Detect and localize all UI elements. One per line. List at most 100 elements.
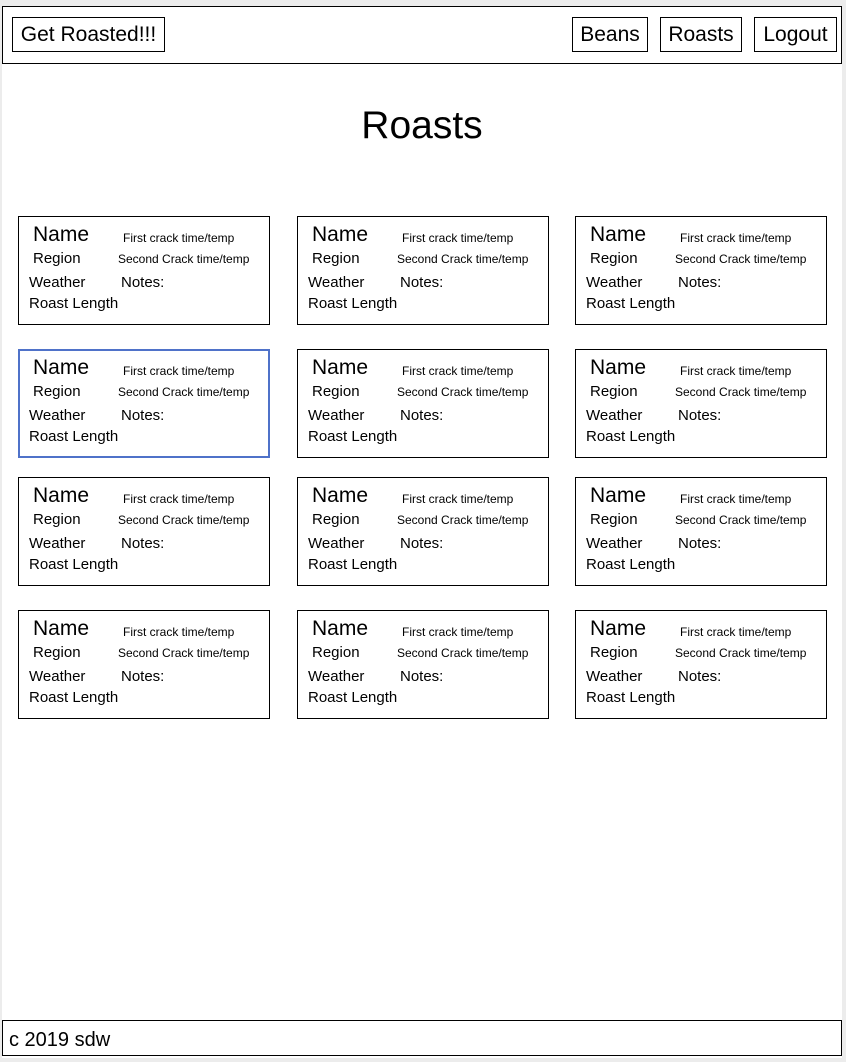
notes-label: Notes:	[400, 668, 444, 685]
second-crack-label: Second Crack time/temp	[675, 513, 807, 527]
region-label: Region	[33, 250, 81, 267]
roast-card[interactable]: Name First crack time/temp Region Second Cr…	[18, 216, 270, 325]
notes-label: Notes:	[121, 274, 165, 291]
roast-card[interactable]: Name First crack time/temp Region Second Cr…	[575, 610, 827, 719]
notes-label: Notes:	[678, 274, 722, 291]
roast-name-label: Name	[590, 484, 647, 507]
weather-label: Weather	[29, 668, 86, 685]
nav-roasts-button[interactable]: Roasts	[660, 17, 742, 52]
roast-length-label: Roast Length	[29, 556, 119, 573]
weather-label: Weather	[586, 407, 643, 424]
nav-logout-button[interactable]: Logout	[754, 17, 837, 52]
region-label: Region	[312, 644, 360, 661]
first-crack-label: First crack time/temp	[402, 625, 514, 639]
region-label: Region	[590, 511, 638, 528]
roast-card[interactable]: Name First crack time/temp Region Second Cr…	[297, 216, 549, 325]
first-crack-label: First crack time/temp	[123, 231, 235, 245]
roast-length-label: Roast Length	[308, 556, 398, 573]
notes-label: Notes:	[400, 274, 444, 291]
notes-label: Notes:	[678, 407, 722, 424]
roast-card[interactable]: Name First crack time/temp Region Second Cr…	[575, 477, 827, 586]
first-crack-label: First crack time/temp	[680, 364, 792, 378]
weather-label: Weather	[308, 274, 365, 291]
roast-name-label: Name	[312, 356, 369, 379]
weather-label: Weather	[586, 668, 643, 685]
notes-label: Notes:	[400, 535, 444, 552]
roast-card[interactable]: Name First crack time/temp Region Second Cr…	[297, 349, 549, 458]
region-label: Region	[590, 644, 638, 661]
notes-label: Notes:	[121, 535, 165, 552]
roast-length-label: Roast Length	[308, 689, 398, 706]
roast-length-label: Roast Length	[29, 428, 119, 445]
roast-card[interactable]: Name First crack time/temp Region Second Cr…	[18, 610, 270, 719]
first-crack-label: First crack time/temp	[402, 231, 514, 245]
first-crack-label: First crack time/temp	[402, 364, 514, 378]
nav-beans-button[interactable]: Beans	[572, 17, 648, 52]
roast-length-label: Roast Length	[308, 295, 398, 312]
second-crack-label: Second Crack time/temp	[675, 646, 807, 660]
region-label: Region	[312, 511, 360, 528]
region-label: Region	[33, 511, 81, 528]
roast-length-label: Roast Length	[29, 689, 119, 706]
second-crack-label: Second Crack time/temp	[397, 513, 529, 527]
copyright-text: c 2019 sdw	[9, 1029, 111, 1051]
weather-label: Weather	[308, 535, 365, 552]
second-crack-label: Second Crack time/temp	[397, 385, 529, 399]
notes-label: Notes:	[121, 668, 165, 685]
first-crack-label: First crack time/temp	[680, 492, 792, 506]
roast-card[interactable]: Name First crack time/temp Region Second Cr…	[575, 216, 827, 325]
roast-name-label: Name	[312, 484, 369, 507]
roast-length-label: Roast Length	[586, 428, 676, 445]
second-crack-label: Second Crack time/temp	[397, 646, 529, 660]
roast-card[interactable]: Name First crack time/temp Region Second Cr…	[18, 349, 270, 458]
roast-length-label: Roast Length	[586, 295, 676, 312]
region-label: Region	[590, 383, 638, 400]
roast-name-label: Name	[33, 223, 90, 246]
roast-name-label: Name	[312, 223, 369, 246]
roast-card[interactable]: Name First crack time/temp Region Second Cr…	[297, 610, 549, 719]
roast-name-label: Name	[590, 617, 647, 640]
first-crack-label: First crack time/temp	[123, 492, 235, 506]
notes-label: Notes:	[400, 407, 444, 424]
weather-label: Weather	[586, 535, 643, 552]
weather-label: Weather	[308, 407, 365, 424]
second-crack-label: Second Crack time/temp	[118, 385, 250, 399]
roast-card[interactable]: Name First crack time/temp Region Second Cr…	[297, 477, 549, 586]
notes-label: Notes:	[121, 407, 165, 424]
weather-label: Weather	[308, 668, 365, 685]
roast-length-label: Roast Length	[586, 556, 676, 573]
roast-name-label: Name	[33, 484, 90, 507]
first-crack-label: First crack time/temp	[402, 492, 514, 506]
region-label: Region	[33, 644, 81, 661]
region-label: Region	[33, 383, 81, 400]
weather-label: Weather	[29, 407, 86, 424]
first-crack-label: First crack time/temp	[123, 625, 235, 639]
roast-name-label: Name	[590, 356, 647, 379]
roast-name-label: Name	[312, 617, 369, 640]
roast-name-label: Name	[33, 356, 90, 379]
roast-length-label: Roast Length	[29, 295, 119, 312]
page: Get Roasted!!! Beans Roasts Logout Roast…	[2, 6, 842, 1058]
roast-card[interactable]: Name First crack time/temp Region Second Cr…	[575, 349, 827, 458]
region-label: Region	[590, 250, 638, 267]
second-crack-label: Second Crack time/temp	[675, 385, 807, 399]
roast-name-label: Name	[33, 617, 90, 640]
brand-link[interactable]: Get Roasted!!!	[12, 17, 165, 52]
second-crack-label: Second Crack time/temp	[397, 252, 529, 266]
page-title: Roasts	[361, 104, 483, 147]
notes-label: Notes:	[678, 668, 722, 685]
second-crack-label: Second Crack time/temp	[118, 646, 250, 660]
second-crack-label: Second Crack time/temp	[675, 252, 807, 266]
first-crack-label: First crack time/temp	[680, 625, 792, 639]
first-crack-label: First crack time/temp	[123, 364, 235, 378]
second-crack-label: Second Crack time/temp	[118, 513, 250, 527]
second-crack-label: Second Crack time/temp	[118, 252, 250, 266]
roast-card[interactable]: Name First crack time/temp Region Second Cr…	[18, 477, 270, 586]
weather-label: Weather	[29, 535, 86, 552]
notes-label: Notes:	[678, 535, 722, 552]
region-label: Region	[312, 250, 360, 267]
navbar: Get Roasted!!! Beans Roasts Logout	[2, 6, 842, 64]
roast-length-label: Roast Length	[308, 428, 398, 445]
roast-name-label: Name	[590, 223, 647, 246]
first-crack-label: First crack time/temp	[680, 231, 792, 245]
